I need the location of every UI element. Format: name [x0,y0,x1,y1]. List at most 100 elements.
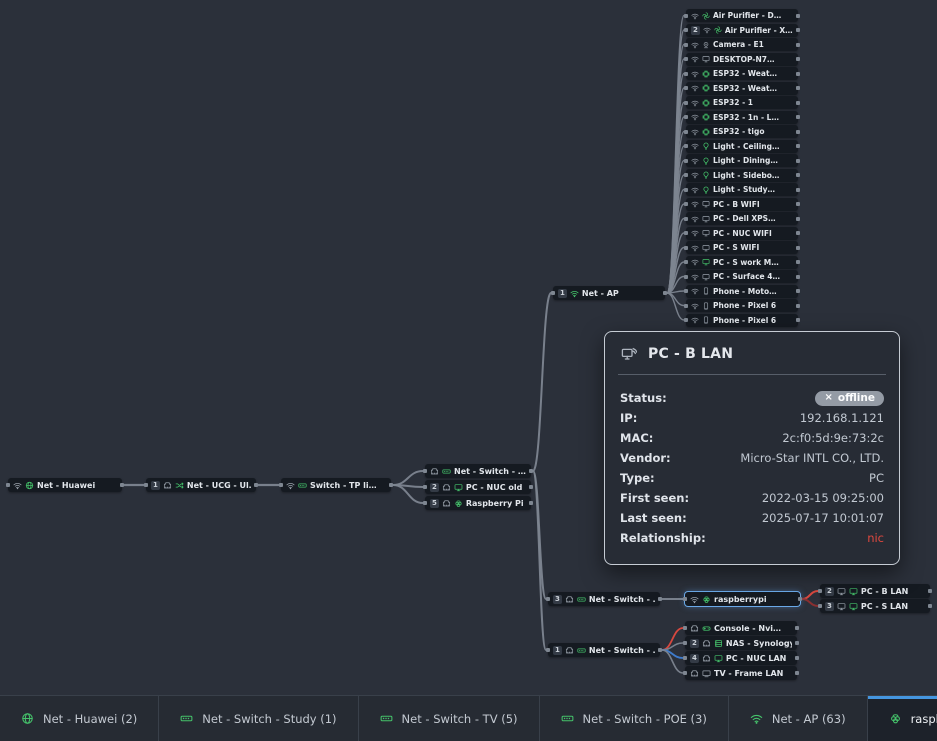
node-console[interactable]: Console - Nvi… [685,621,797,635]
node-phone-pixel6-a[interactable]: Phone - Pixel 6 [686,299,798,312]
tab-label: Net - Switch - Study (1) [202,712,336,726]
node-pc-s-wifi[interactable]: PC - S WIFI [686,241,798,254]
node-label: PC - S WIFI [713,243,793,252]
node-pc-nuc-old[interactable]: 2PC - NUC old [425,480,531,494]
node-net-ap[interactable]: 1Net - AP [553,286,665,300]
tooltip-title: PC - B LAN [648,346,733,362]
connector-dot [796,246,800,250]
eth-icon [702,654,711,663]
node-camera-e1[interactable]: Camera - E1 [686,38,798,51]
node-esp32-1n[interactable]: ESP32 - 1n - L… [686,111,798,124]
connector-dot [818,604,822,608]
connector-dot [120,483,124,487]
node-label: PC - Surface 4… [713,272,793,281]
node-pc-surface[interactable]: PC - Surface 4… [686,270,798,283]
node-esp32-weat-1[interactable]: ESP32 - Weat… [686,67,798,80]
node-tv-frame-lan[interactable]: TV - Frame LAN [685,666,797,680]
node-pc-nuc-wifi[interactable]: PC - NUC WIFI [686,227,798,240]
node-switch-tp[interactable]: Switch - TP li… [281,478,391,492]
connector-dot [684,159,688,163]
connector-dot [279,483,283,487]
node-phone-moto[interactable]: Phone - Moto… [686,285,798,298]
connector-dot [658,648,662,652]
node-light-dining[interactable]: Light - Dining… [686,154,798,167]
tooltip-row: Type: PC [620,468,884,488]
wifi-icon [691,258,699,266]
camera-icon [702,41,710,49]
wifi-icon [691,200,699,208]
connector-dot [684,304,688,308]
connector-dot [529,485,533,489]
wifi-icon [691,84,699,92]
node-raspberrypi[interactable]: raspberrypi [685,592,800,606]
node-esp32-weat-2[interactable]: ESP32 - Weat… [686,82,798,95]
tooltip-row: First seen:2022-03-15 09:25:00 [620,488,884,508]
network-topology-app: { "colors": { "green": "#45c36b", "muted… [0,0,937,741]
tab-net-switch-study[interactable]: Net - Switch - Study (1) [159,696,358,741]
node-pc-s-work[interactable]: PC - S work M… [686,256,798,269]
tab-raspberrypi[interactable]: raspberrypi (2) [868,696,937,741]
wifi-icon [691,55,699,63]
node-net-ucg[interactable]: 1Net - UCG - Ul… [146,478,256,492]
wifi-icon [691,186,699,194]
node-pc-b-lan[interactable]: 2PC - B LAN [820,584,930,598]
node-net-switch-poe[interactable]: 3Net - Switch - … [548,592,660,606]
node-light-ceiling[interactable]: Light - Ceiling… [686,140,798,153]
tab-label: Net - AP (63) [772,712,846,726]
connector-dot [684,43,688,47]
node-pc-b-wifi[interactable]: PC - B WIFI [686,198,798,211]
node-air-purifier-d[interactable]: Air Purifier - D… [686,9,798,22]
node-net-switch-study[interactable]: 1Net - Switch - … [548,643,660,657]
node-esp32-tigo[interactable]: ESP32 - tigo [686,125,798,138]
connector-dot [796,101,800,105]
tooltip-row-label: Last seen: [620,511,687,525]
node-label: raspberrypi [714,595,795,604]
node-light-sideboard[interactable]: Light - Sidebo… [686,169,798,182]
connector-dot [684,260,688,264]
node-desktop-n7[interactable]: DESKTOP-N7… [686,53,798,66]
monitor-icon [714,654,723,663]
connector-dot [684,275,688,279]
tab-label: raspberrypi (2) [911,712,937,726]
wifi-icon [690,595,699,604]
wifi-icon [691,142,699,150]
node-light-study[interactable]: Light - Study… [686,183,798,196]
fan-icon [714,26,722,34]
connector-dot [795,656,799,660]
node-raspberry-pi[interactable]: 5Raspberry Pi … [425,496,531,510]
node-pc-nuc-lan[interactable]: 4PC - NUC LAN [685,651,797,665]
node-tabbar: Net - Huawei (2) Net - Switch - Study (1)… [0,695,937,741]
node-badge: 2 [430,483,439,492]
tooltip-row: IP:192.168.1.121 [620,408,884,428]
tab-net-huawei[interactable]: Net - Huawei (2) [0,696,159,741]
switch-icon [380,712,393,725]
tooltip-row-label: Vendor: [620,451,671,465]
tooltip-row-label: Type: [620,471,655,485]
node-esp32-1[interactable]: ESP32 - 1 [686,96,798,109]
connector-dot [254,483,258,487]
eth-icon [442,499,451,508]
node-net-huawei[interactable]: Net - Huawei [8,478,122,492]
node-air-purifier-x[interactable]: 2Air Purifier - X… [686,24,798,37]
node-label: Net - Huawei [37,481,117,490]
node-label: Air Purifier - D… [713,11,793,20]
topology-canvas[interactable]: PC - B LAN Status:×offlineIP:192.168.1.1… [0,0,937,741]
node-pc-s-lan[interactable]: 3PC - S LAN [820,599,930,613]
eth-icon [430,467,439,476]
tab-net-switch-poe[interactable]: Net - Switch - POE (3) [540,696,729,741]
phone-icon [702,302,710,310]
node-label: ESP32 - 1 [713,98,793,107]
node-pc-dell-xps[interactable]: PC - Dell XPS… [686,212,798,225]
raspberry-icon [454,499,463,508]
raspberry-icon [889,712,902,725]
connector-dot [798,597,802,601]
tab-net-switch-tv[interactable]: Net - Switch - TV (5) [359,696,540,741]
node-net-switch-tv[interactable]: Net - Switch - … [425,464,531,478]
tooltip-row-value: PC [869,471,884,485]
tooltip-row: Last seen:2025-07-17 10:01:07 [620,508,884,528]
node-nas[interactable]: 2NAS - Synology [685,636,797,650]
connector-dot [795,641,799,645]
tab-net-ap[interactable]: Net - AP (63) [729,696,868,741]
tooltip-row-value: nic [867,531,884,545]
node-phone-pixel6-b[interactable]: Phone - Pixel 6 [686,314,798,327]
